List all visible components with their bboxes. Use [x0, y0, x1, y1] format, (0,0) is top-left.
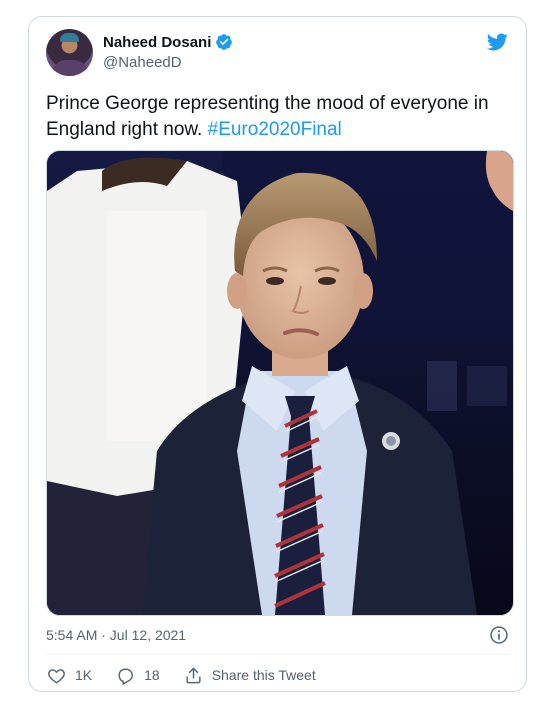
- reply-button[interactable]: 18: [116, 666, 160, 685]
- share-label: Share this Tweet: [211, 667, 316, 683]
- share-icon: [186, 667, 201, 683]
- tweet-header: Naheed Dosani @NaheedD: [46, 29, 512, 81]
- tweet-actions: 1K 18 Share this Tweet: [47, 664, 340, 686]
- tweet-text: Prince George representing the mood of e…: [46, 91, 516, 143]
- share-button[interactable]: Share this Tweet: [184, 666, 316, 685]
- heart-icon: [48, 668, 65, 683]
- timestamp-row: 5:54 AM · Jul 12, 2021: [46, 625, 509, 645]
- info-icon[interactable]: [489, 625, 509, 645]
- author-handle[interactable]: @NaheedD: [103, 54, 182, 71]
- reply-count: 18: [144, 667, 160, 683]
- reply-icon: [118, 667, 134, 685]
- tweet-photo[interactable]: [46, 150, 514, 616]
- tweet-card[interactable]: Naheed Dosani @NaheedD Prince George rep…: [28, 16, 527, 692]
- author-name-row[interactable]: Naheed Dosani: [103, 33, 233, 51]
- avatar[interactable]: [46, 29, 93, 76]
- divider: [46, 654, 509, 655]
- avatar-body: [52, 60, 88, 76]
- author-display-name[interactable]: Naheed Dosani: [103, 34, 211, 51]
- tweet-timestamp[interactable]: 5:54 AM · Jul 12, 2021: [46, 627, 186, 643]
- like-button[interactable]: 1K: [47, 666, 92, 685]
- verified-badge-icon: [216, 34, 233, 50]
- twitter-bird-icon[interactable]: [485, 31, 509, 53]
- hashtag-link[interactable]: #Euro2020Final: [208, 119, 342, 140]
- photo-illustration: [47, 151, 513, 615]
- like-count: 1K: [75, 667, 93, 683]
- avatar-cap: [60, 33, 79, 42]
